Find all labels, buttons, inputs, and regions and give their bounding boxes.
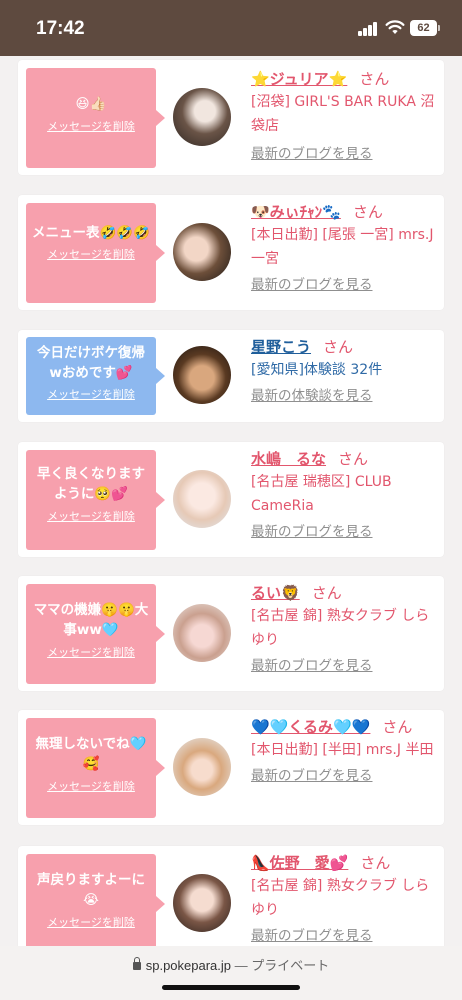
message-text: 😆👍🏻 <box>75 96 107 112</box>
delete-message-link[interactable]: メッセージを削除 <box>47 120 135 134</box>
shop-info: [沼袋] GIRL'S BAR RUKA 沼袋店 <box>251 94 435 134</box>
honorific: さん <box>352 203 383 221</box>
shop-info: [名古屋 錦] 熟女クラブ しらゆり <box>251 878 430 918</box>
avatar[interactable] <box>173 346 231 404</box>
private-label: — プライベート <box>231 958 330 973</box>
delete-message-link[interactable]: メッセージを削除 <box>47 780 135 794</box>
wifi-icon <box>385 20 405 34</box>
delete-message-link[interactable]: メッセージを削除 <box>47 916 135 930</box>
message-bubble: ママの機嫌🤫🤫大事ww🩵 メッセージを削除 <box>26 584 165 684</box>
girl-name-link[interactable]: ⭐ジュリア⭐ <box>251 70 347 88</box>
avatar[interactable] <box>173 88 231 146</box>
shop-info: [名古屋 瑞穂区] CLUB CameRia <box>251 474 392 514</box>
message-bubble: 早く良くなりますように🥺💕 メッセージを削除 <box>26 450 165 550</box>
latest-blog-link[interactable]: 最新のブログを見る <box>251 275 436 295</box>
cellular-signal-icon <box>358 22 378 36</box>
shop-info: [本日出勤] [尾張 一宮] mrs.J 一宮 <box>251 227 434 267</box>
latest-review-link[interactable]: 最新の体験談を見る <box>251 386 436 406</box>
avatar[interactable] <box>173 738 231 796</box>
honorific: さん <box>382 718 413 736</box>
shop-info: [本日出勤] [半田] mrs.J 半田 <box>251 742 434 758</box>
message-text: ママの機嫌🤫🤫大事ww🩵 <box>33 602 149 638</box>
home-indicator[interactable] <box>162 985 300 990</box>
delete-message-link[interactable]: メッセージを削除 <box>47 510 135 524</box>
avatar[interactable] <box>173 470 231 528</box>
message-card: 声戻りますよーに😭 メッセージを削除 👠佐野 愛💕 さん [名古屋 錦] 熟女クラ… <box>18 846 444 946</box>
girl-name-link[interactable]: 🐶みぃﾁｬﾝ🐾 <box>251 203 341 221</box>
url-text[interactable]: sp.pokepara.jp — プライベート <box>0 955 462 974</box>
delete-message-link[interactable]: メッセージを削除 <box>47 646 135 660</box>
honorific: さん <box>338 450 369 468</box>
shop-info: [愛知県]体験談 32件 <box>251 362 383 378</box>
message-text: 声戻りますよーに😭 <box>37 872 145 908</box>
url-domain: sp.pokepara.jp <box>145 958 232 973</box>
latest-blog-link[interactable]: 最新のブログを見る <box>251 656 436 676</box>
browser-url-bar[interactable]: sp.pokepara.jp — プライベート <box>0 946 462 1000</box>
delete-message-link[interactable]: メッセージを削除 <box>47 388 135 402</box>
delete-message-link[interactable]: メッセージを削除 <box>47 248 135 262</box>
honorific: さん <box>311 584 342 602</box>
lock-icon <box>132 957 141 970</box>
honorific: さん <box>360 854 391 872</box>
message-card: 無理しないでね🩵🥰 メッセージを削除 💙🩵くるみ🩵💙 さん [本日出勤] [半田]… <box>18 710 444 825</box>
battery-icon: 62 <box>410 20 437 36</box>
girl-name-link[interactable]: るい🦁 <box>251 584 300 602</box>
message-card: 😆👍🏻 メッセージを削除 ⭐ジュリア⭐ さん [沼袋] GIRL'S BAR RU… <box>18 60 444 175</box>
honorific: さん <box>323 338 354 356</box>
avatar[interactable] <box>173 874 231 932</box>
message-bubble: 無理しないでね🩵🥰 メッセージを削除 <box>26 718 165 818</box>
message-bubble: メニュー表🤣🤣🤣 メッセージを削除 <box>26 203 165 303</box>
status-bar: 17:42 62 <box>0 0 462 56</box>
girl-name-link[interactable]: 星野こう <box>251 338 311 356</box>
message-bubble: 今日だけボケ復帰wおめです💕 メッセージを削除 <box>26 337 165 415</box>
avatar[interactable] <box>173 223 231 281</box>
status-time: 17:42 <box>36 18 85 39</box>
message-list[interactable]: 😆👍🏻 メッセージを削除 ⭐ジュリア⭐ さん [沼袋] GIRL'S BAR RU… <box>0 56 462 946</box>
message-text: 無理しないでね🩵🥰 <box>35 736 147 772</box>
latest-blog-link[interactable]: 最新のブログを見る <box>251 926 436 946</box>
latest-blog-link[interactable]: 最新のブログを見る <box>251 522 436 542</box>
shop-info: [名古屋 錦] 熟女クラブ しらゆり <box>251 608 430 648</box>
avatar[interactable] <box>173 604 231 662</box>
latest-blog-link[interactable]: 最新のブログを見る <box>251 144 436 164</box>
message-text: 今日だけボケ復帰wおめです💕 <box>37 345 145 381</box>
message-card: ママの機嫌🤫🤫大事ww🩵 メッセージを削除 るい🦁 さん [名古屋 錦] 熟女クラ… <box>18 576 444 691</box>
message-card: 今日だけボケ復帰wおめです💕 メッセージを削除 星野こう さん [愛知県]体験談 … <box>18 330 444 422</box>
message-card: 早く良くなりますように🥺💕 メッセージを削除 水嶋 るな さん [名古屋 瑞穂区]… <box>18 442 444 557</box>
message-text: 早く良くなりますように🥺💕 <box>37 466 145 502</box>
girl-name-link[interactable]: 水嶋 るな <box>251 450 326 468</box>
girl-name-link[interactable]: 💙🩵くるみ🩵💙 <box>251 718 370 736</box>
battery-cap <box>438 25 440 31</box>
girl-name-link[interactable]: 👠佐野 愛💕 <box>251 854 348 872</box>
honorific: さん <box>359 70 390 88</box>
latest-blog-link[interactable]: 最新のブログを見る <box>251 766 436 786</box>
message-card: メニュー表🤣🤣🤣 メッセージを削除 🐶みぃﾁｬﾝ🐾 さん [本日出勤] [尾張 一… <box>18 195 444 310</box>
message-text: メニュー表🤣🤣🤣 <box>32 225 150 241</box>
message-bubble: 声戻りますよーに😭 メッセージを削除 <box>26 854 165 946</box>
message-bubble: 😆👍🏻 メッセージを削除 <box>26 68 165 168</box>
